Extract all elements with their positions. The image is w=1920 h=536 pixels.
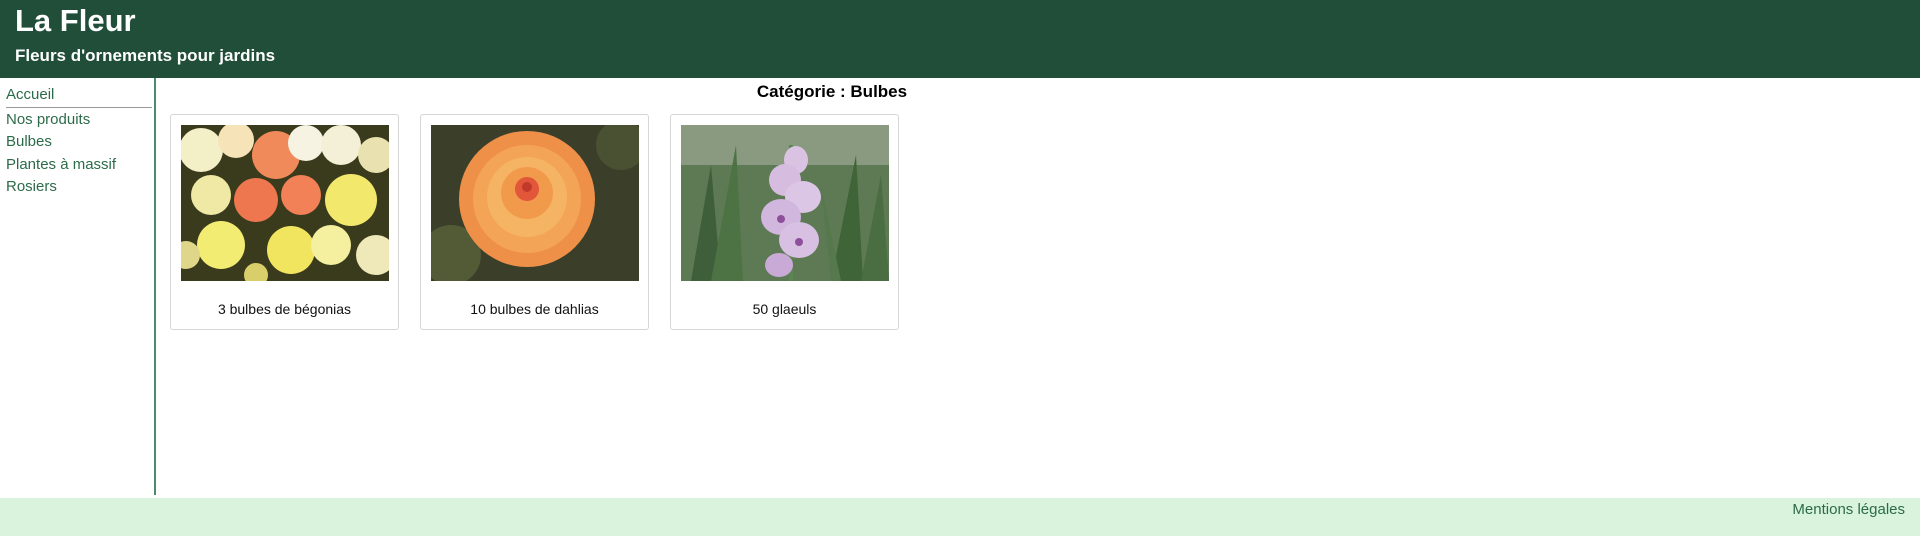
site-subtitle: Fleurs d'ornements pour jardins [15,46,276,65]
sidebar-item-rosiers[interactable]: Rosiers [6,177,57,197]
dahlia-photo[interactable] [431,125,639,281]
sidebar-item-nos-produits[interactable]: Nos produits [6,110,90,130]
product-name: 10 bulbes de dahlias [470,301,599,317]
legal-notice-link[interactable]: Mentions légales [1792,500,1905,520]
sidebar-item-plantes-a-massif[interactable]: Plantes à massif [6,155,116,175]
product-card[interactable]: 10 bulbes de dahlias [420,114,649,330]
site-title: La Fleur [15,3,136,38]
gladiolus-photo[interactable] [681,125,889,281]
sidebar-item-bulbes[interactable]: Bulbes [6,132,52,152]
begonias-photo[interactable] [181,125,389,281]
product-name: 50 glaeuls [752,301,817,317]
category-title: Catégorie : Bulbes [756,82,908,101]
product-name: 3 bulbes de bégonias [217,301,352,317]
site-header: La Fleur Fleurs d'ornements pour jardins [0,0,1920,78]
site-footer: Mentions légales [0,498,1920,536]
sidebar-item-accueil[interactable]: Accueil [6,85,54,105]
sidebar-divider [6,107,152,108]
product-card[interactable]: 50 glaeuls [670,114,899,330]
product-card[interactable]: 3 bulbes de bégonias [170,114,399,330]
main-content: Catégorie : Bulbes 3 bulbes de bégonias … [157,78,1920,495]
sidebar-nav: Accueil Nos produits Bulbes Plantes à ma… [0,78,156,495]
